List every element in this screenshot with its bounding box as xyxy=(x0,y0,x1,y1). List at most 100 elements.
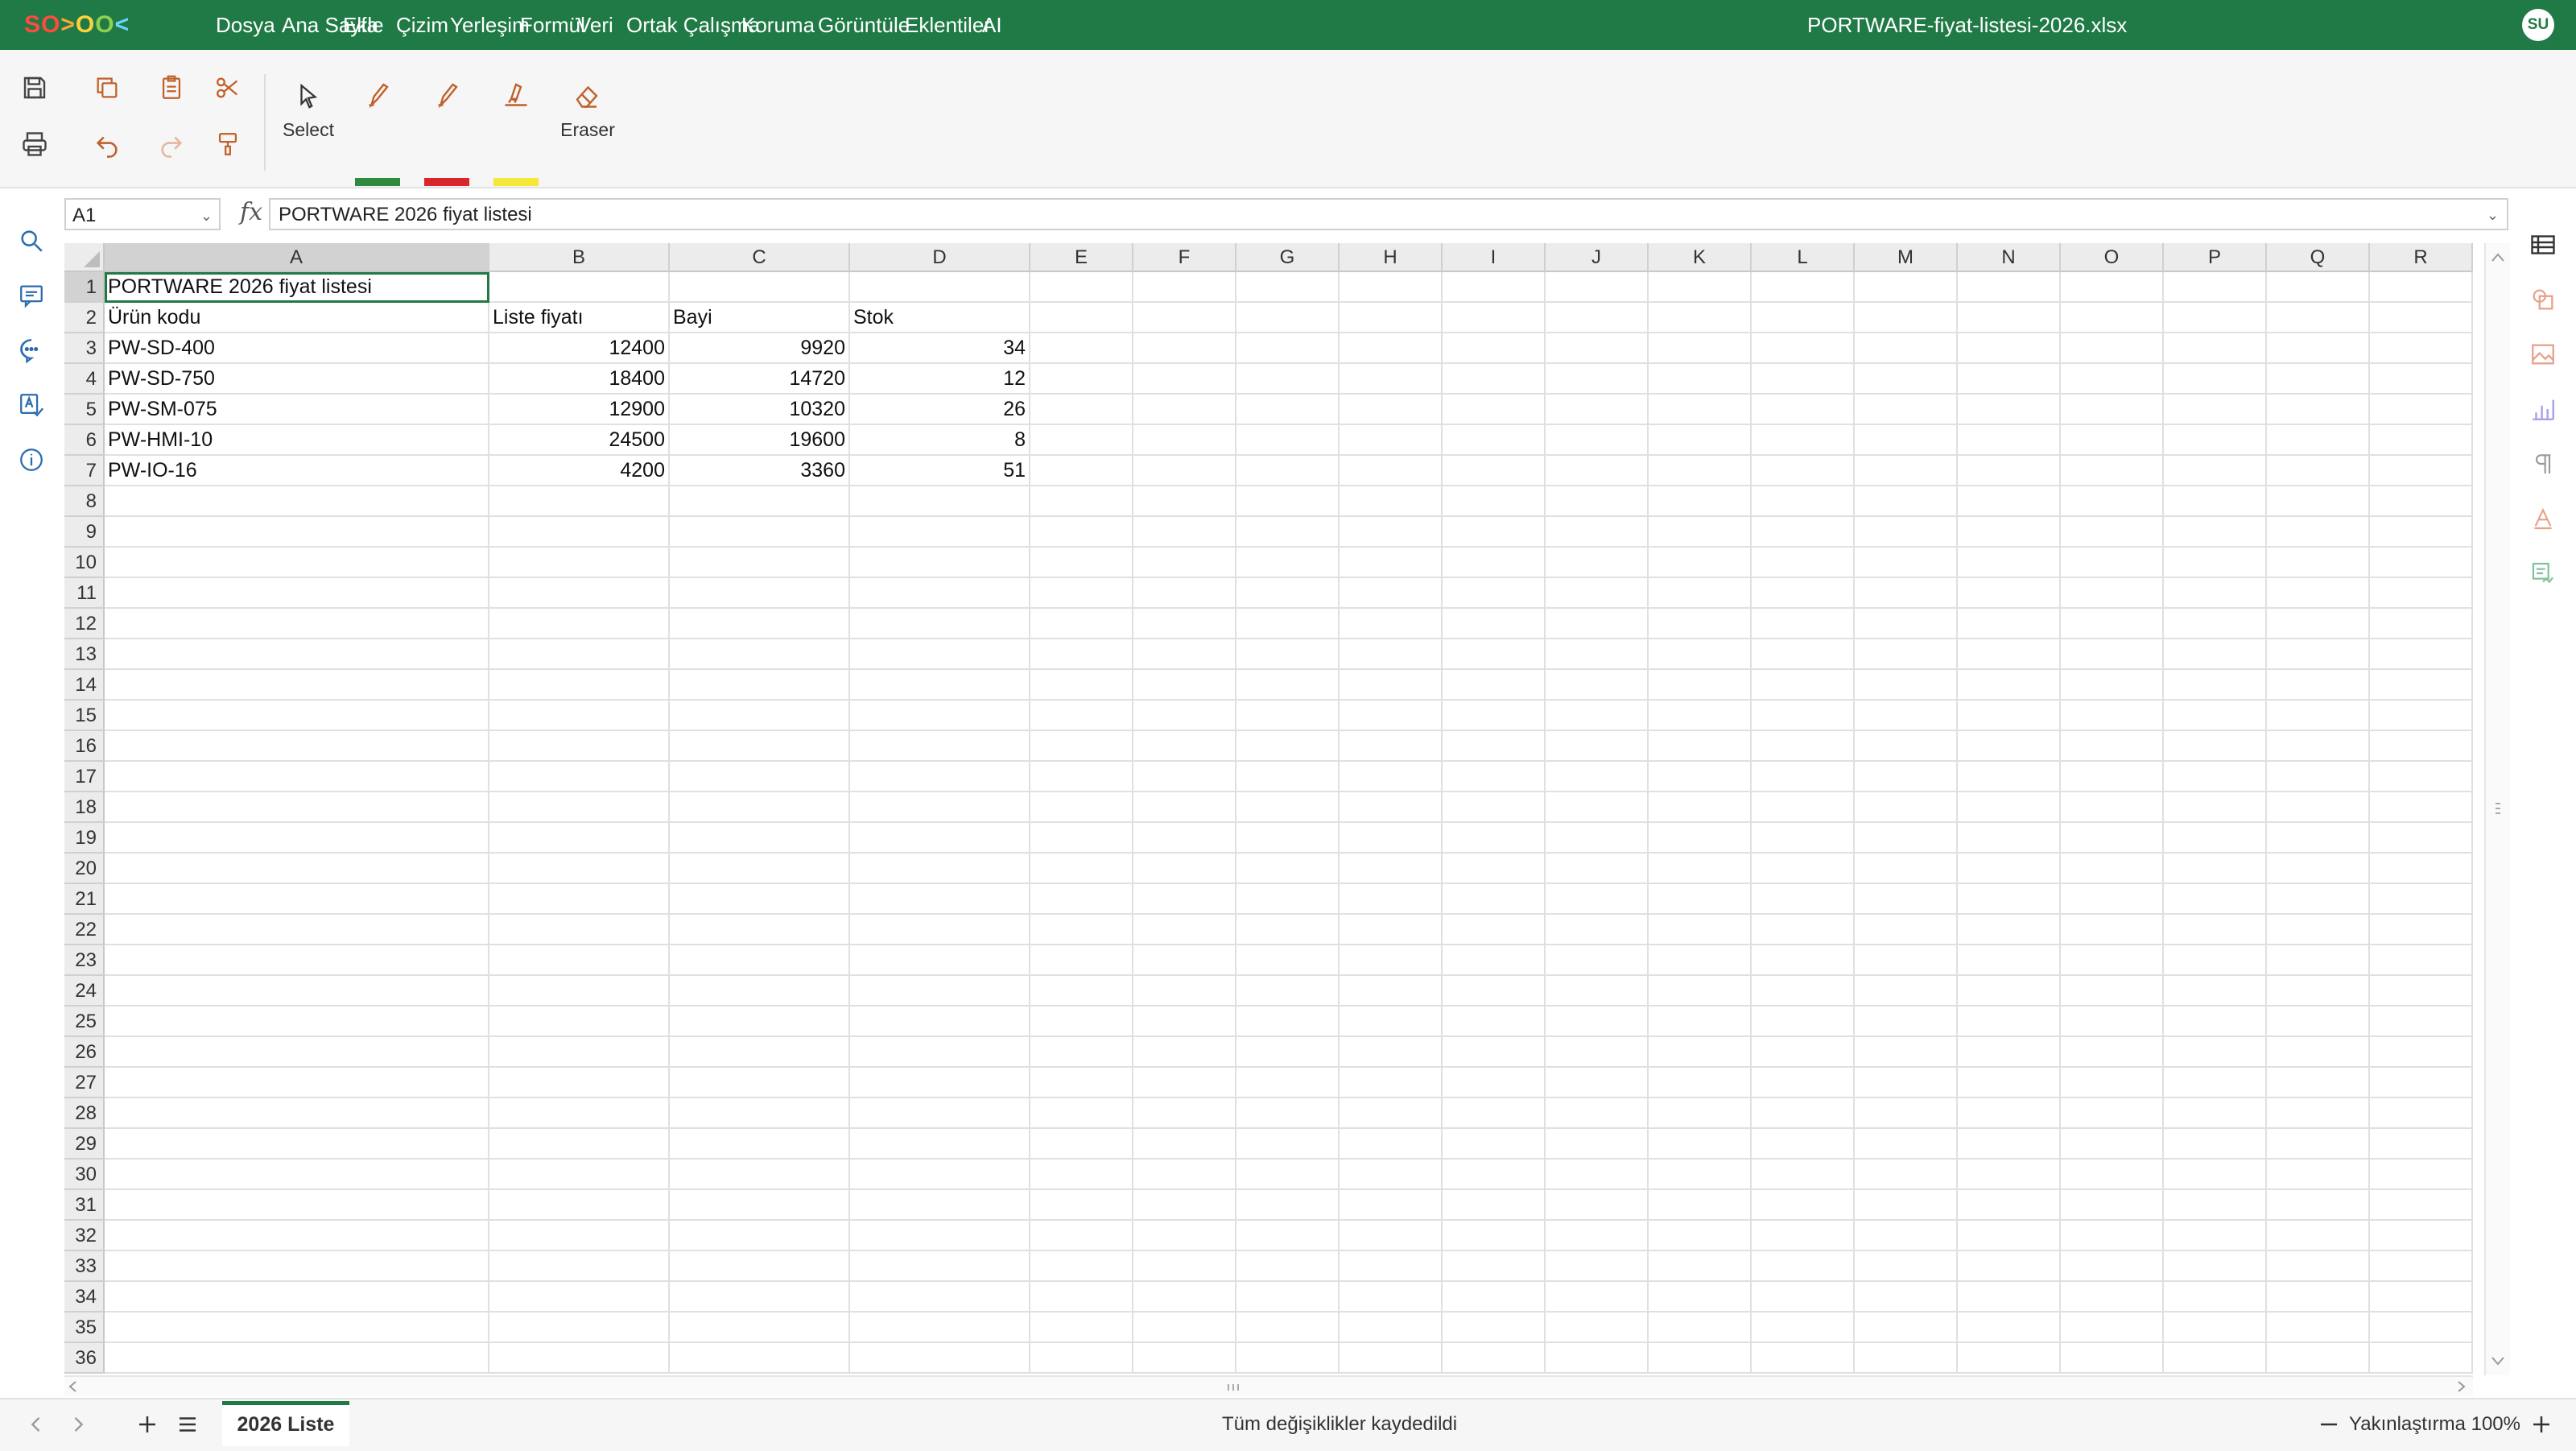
cell-l30[interactable] xyxy=(1752,1160,1855,1190)
cell-a22[interactable] xyxy=(105,915,489,945)
row-header-28[interactable]: 28 xyxy=(64,1098,105,1129)
cell-o5[interactable] xyxy=(2061,395,2164,425)
cell-r18[interactable] xyxy=(2370,792,2473,823)
cell-h31[interactable] xyxy=(1340,1190,1443,1221)
cell-e25[interactable] xyxy=(1030,1007,1133,1037)
cell-b28[interactable] xyxy=(489,1098,670,1129)
cell-r22[interactable] xyxy=(2370,915,2473,945)
cell-n11[interactable] xyxy=(1958,578,2061,609)
eraser-tool-label[interactable]: Eraser xyxy=(551,119,625,141)
cell-k30[interactable] xyxy=(1649,1160,1752,1190)
cell-a28[interactable] xyxy=(105,1098,489,1129)
cell-b5[interactable]: 12900 xyxy=(489,395,670,425)
cell-o32[interactable] xyxy=(2061,1221,2164,1251)
row-header-4[interactable]: 4 xyxy=(64,364,105,395)
cell-j25[interactable] xyxy=(1546,1007,1649,1037)
cell-i15[interactable] xyxy=(1443,701,1546,731)
cell-n8[interactable] xyxy=(1958,486,2061,517)
cell-m31[interactable] xyxy=(1855,1190,1958,1221)
cell-i12[interactable] xyxy=(1443,609,1546,639)
cell-l1[interactable] xyxy=(1752,272,1855,303)
cell-g8[interactable] xyxy=(1236,486,1340,517)
cell-p26[interactable] xyxy=(2164,1037,2267,1068)
copy-icon[interactable] xyxy=(89,69,126,106)
cell-c36[interactable] xyxy=(670,1343,850,1374)
cell-a19[interactable] xyxy=(105,823,489,854)
cell-j10[interactable] xyxy=(1546,548,1649,578)
cell-j31[interactable] xyxy=(1546,1190,1649,1221)
cell-h34[interactable] xyxy=(1340,1282,1443,1313)
cell-k36[interactable] xyxy=(1649,1343,1752,1374)
cell-g25[interactable] xyxy=(1236,1007,1340,1037)
cell-j32[interactable] xyxy=(1546,1221,1649,1251)
cell-g21[interactable] xyxy=(1236,884,1340,915)
cell-h2[interactable] xyxy=(1340,303,1443,333)
cell-p31[interactable] xyxy=(2164,1190,2267,1221)
cell-o10[interactable] xyxy=(2061,548,2164,578)
cell-m18[interactable] xyxy=(1855,792,1958,823)
cell-o24[interactable] xyxy=(2061,976,2164,1007)
cell-q18[interactable] xyxy=(2267,792,2370,823)
cell-g23[interactable] xyxy=(1236,945,1340,976)
cell-h4[interactable] xyxy=(1340,364,1443,395)
add-sheet-icon[interactable] xyxy=(129,1406,166,1443)
cell-e11[interactable] xyxy=(1030,578,1133,609)
menu-item-3[interactable]: Çizim xyxy=(396,0,448,50)
cell-m34[interactable] xyxy=(1855,1282,1958,1313)
cell-q6[interactable] xyxy=(2267,425,2370,456)
cell-q23[interactable] xyxy=(2267,945,2370,976)
cell-p17[interactable] xyxy=(2164,762,2267,792)
cell-e18[interactable] xyxy=(1030,792,1133,823)
cell-q5[interactable] xyxy=(2267,395,2370,425)
cell-b35[interactable] xyxy=(489,1313,670,1343)
column-header-c[interactable]: C xyxy=(670,243,850,272)
cell-k12[interactable] xyxy=(1649,609,1752,639)
cell-n7[interactable] xyxy=(1958,456,2061,486)
cell-q21[interactable] xyxy=(2267,884,2370,915)
cell-k35[interactable] xyxy=(1649,1313,1752,1343)
cell-n31[interactable] xyxy=(1958,1190,2061,1221)
cell-k26[interactable] xyxy=(1649,1037,1752,1068)
cell-f9[interactable] xyxy=(1133,517,1236,548)
cell-m26[interactable] xyxy=(1855,1037,1958,1068)
cell-i11[interactable] xyxy=(1443,578,1546,609)
cell-q4[interactable] xyxy=(2267,364,2370,395)
row-header-32[interactable]: 32 xyxy=(64,1221,105,1251)
cell-j34[interactable] xyxy=(1546,1282,1649,1313)
row-header-25[interactable]: 25 xyxy=(64,1007,105,1037)
cell-d5[interactable]: 26 xyxy=(850,395,1030,425)
cell-f31[interactable] xyxy=(1133,1190,1236,1221)
cell-m17[interactable] xyxy=(1855,762,1958,792)
cell-o36[interactable] xyxy=(2061,1343,2164,1374)
expand-formula-icon[interactable]: ⌄ xyxy=(2487,200,2499,230)
cell-i3[interactable] xyxy=(1443,333,1546,364)
cell-i21[interactable] xyxy=(1443,884,1546,915)
row-header-2[interactable]: 2 xyxy=(64,303,105,333)
cell-f30[interactable] xyxy=(1133,1160,1236,1190)
cell-r29[interactable] xyxy=(2370,1129,2473,1160)
row-header-10[interactable]: 10 xyxy=(64,548,105,578)
cell-h18[interactable] xyxy=(1340,792,1443,823)
cell-q30[interactable] xyxy=(2267,1160,2370,1190)
cell-e29[interactable] xyxy=(1030,1129,1133,1160)
cell-q11[interactable] xyxy=(2267,578,2370,609)
cell-i30[interactable] xyxy=(1443,1160,1546,1190)
cell-h27[interactable] xyxy=(1340,1068,1443,1098)
menu-item-8[interactable]: Koruma xyxy=(741,0,815,50)
cell-b18[interactable] xyxy=(489,792,670,823)
cell-c15[interactable] xyxy=(670,701,850,731)
cell-n19[interactable] xyxy=(1958,823,2061,854)
column-header-p[interactable]: P xyxy=(2164,243,2267,272)
row-header-7[interactable]: 7 xyxy=(64,456,105,486)
cell-f34[interactable] xyxy=(1133,1282,1236,1313)
cell-o25[interactable] xyxy=(2061,1007,2164,1037)
cell-i2[interactable] xyxy=(1443,303,1546,333)
formula-input[interactable]: PORTWARE 2026 fiyat listesi ⌄ xyxy=(269,198,2508,230)
cell-o21[interactable] xyxy=(2061,884,2164,915)
cell-c3[interactable]: 9920 xyxy=(670,333,850,364)
cell-m9[interactable] xyxy=(1855,517,1958,548)
cell-o34[interactable] xyxy=(2061,1282,2164,1313)
cell-g20[interactable] xyxy=(1236,854,1340,884)
cell-j20[interactable] xyxy=(1546,854,1649,884)
menu-item-11[interactable]: AI xyxy=(982,0,1002,50)
